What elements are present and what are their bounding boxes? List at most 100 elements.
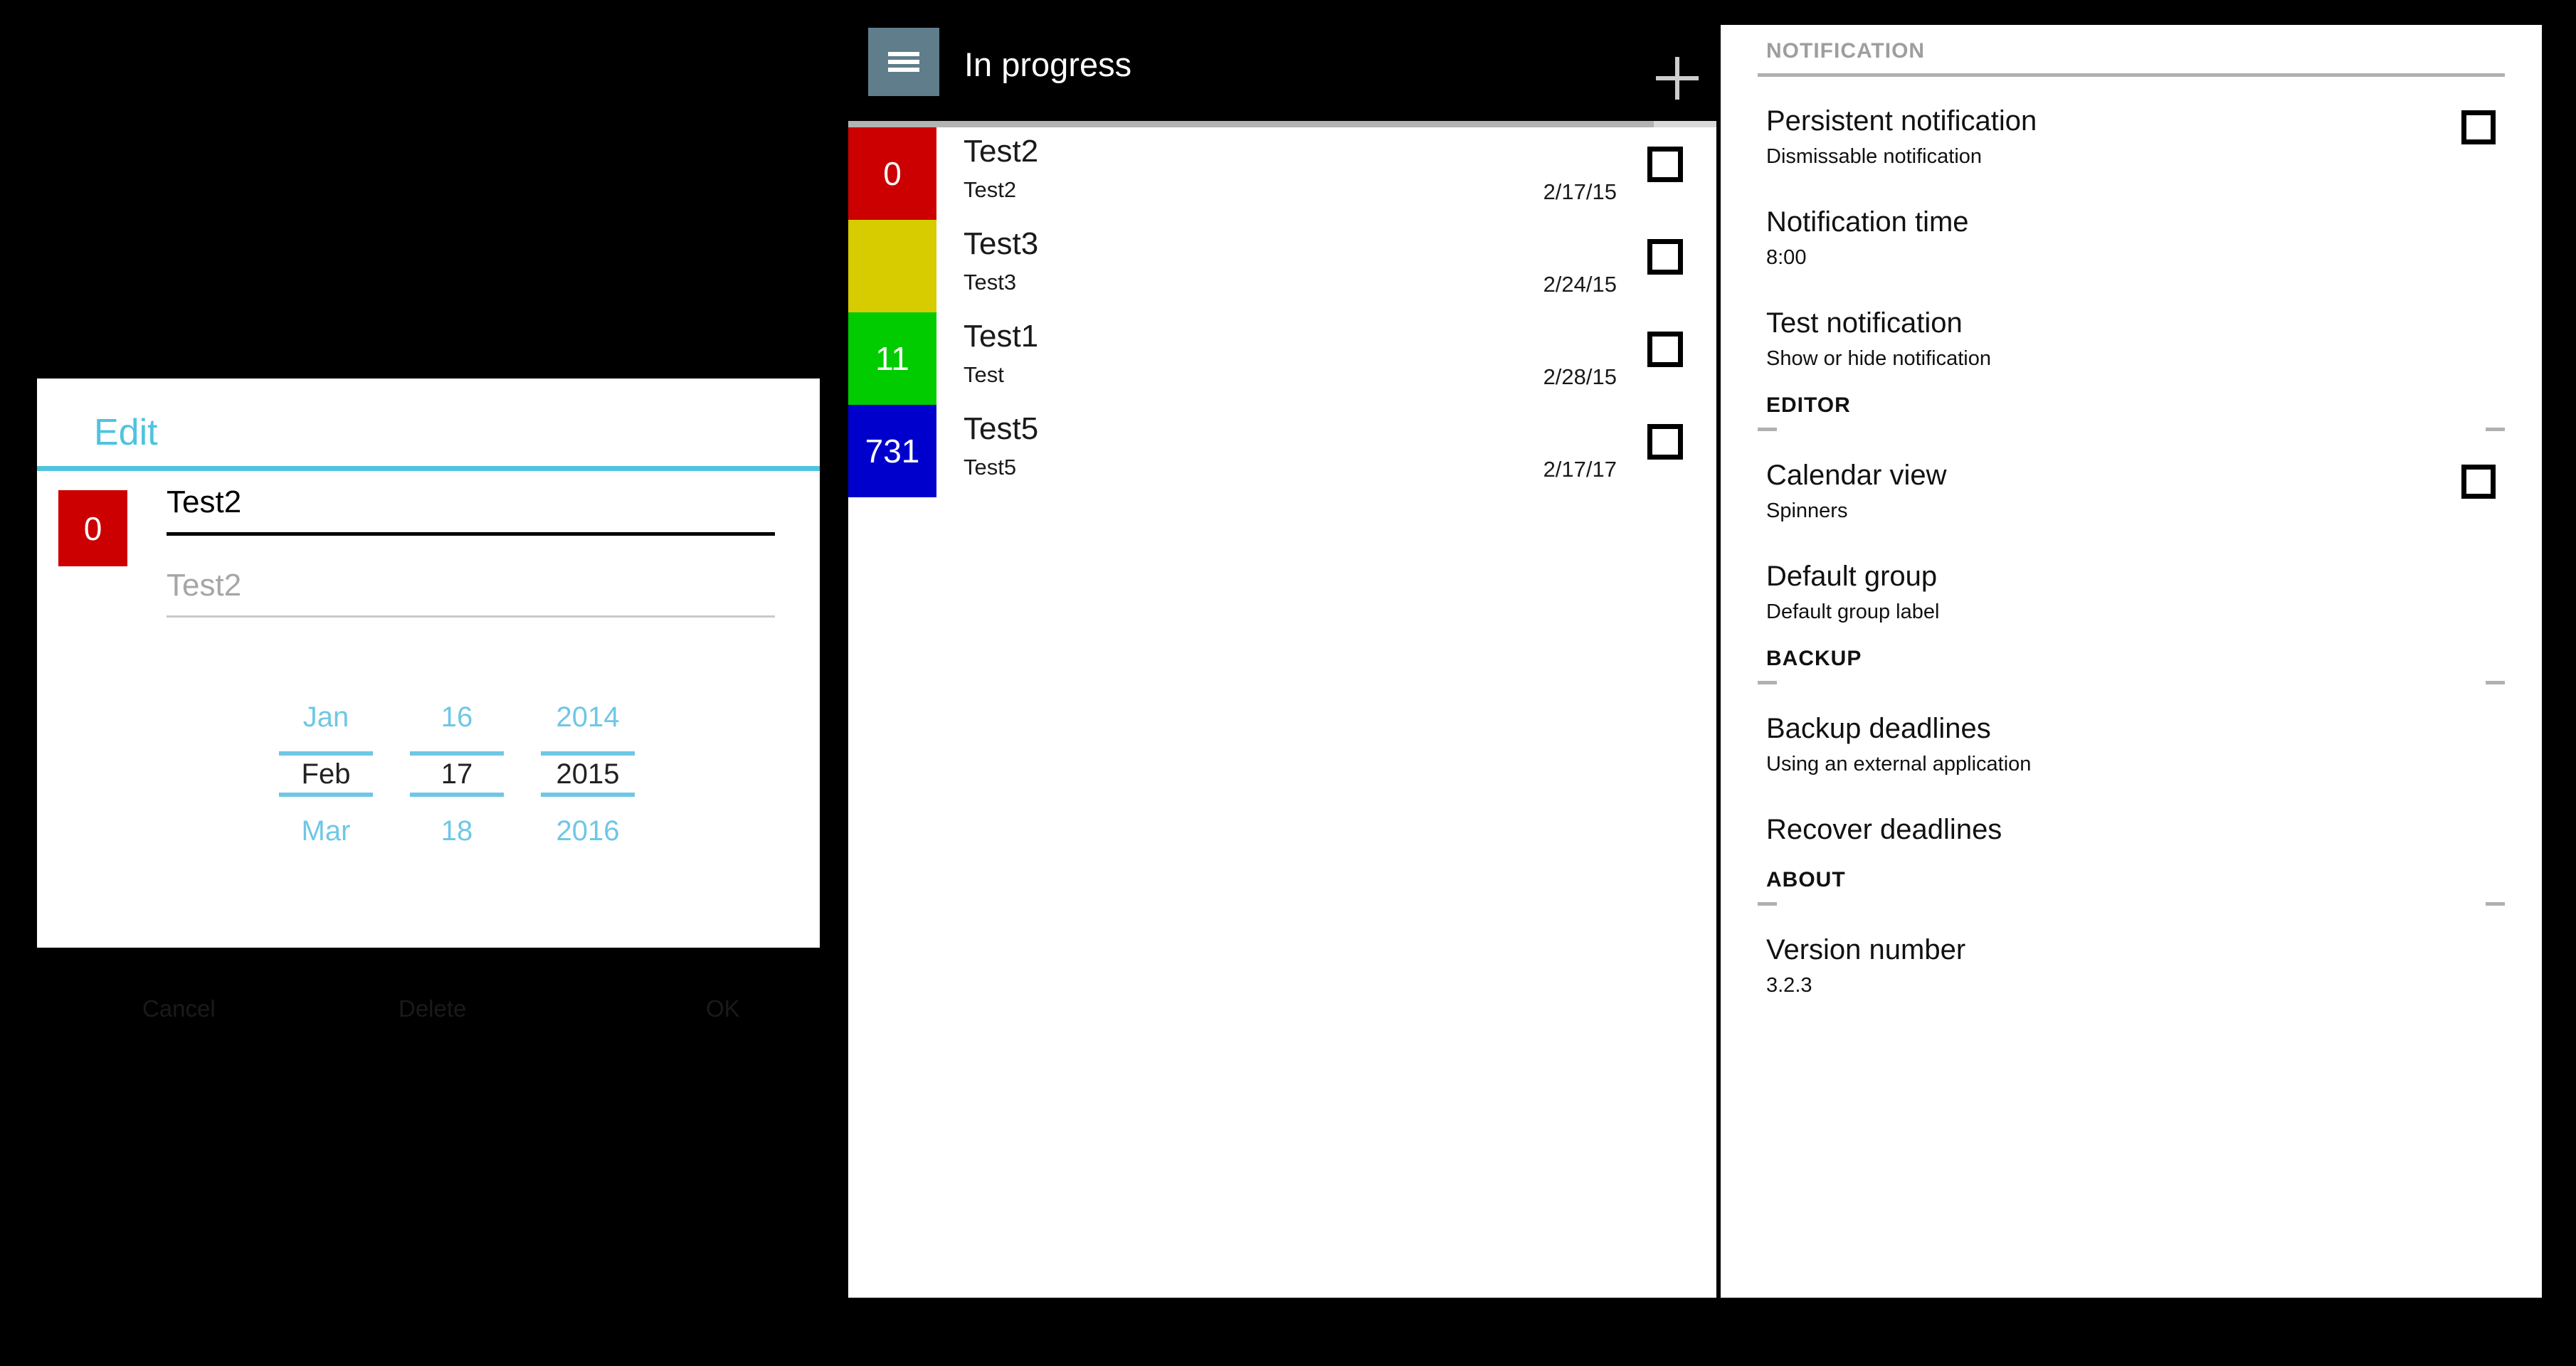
settings-item[interactable]: Version number 3.2.3 xyxy=(1721,936,2542,996)
settings-item-checkbox[interactable] xyxy=(2461,110,2496,144)
ok-button[interactable]: OK xyxy=(706,997,740,1020)
list-scrollbar-track[interactable] xyxy=(848,121,1716,137)
settings-item[interactable]: Default group Default group label xyxy=(1721,562,2542,623)
settings-item[interactable]: Calendar view Spinners xyxy=(1721,461,2542,521)
settings-section-divider xyxy=(1721,428,2542,431)
settings-item-title: Calendar view xyxy=(1766,460,1947,491)
day-spinner-prev[interactable]: 16 xyxy=(410,699,504,736)
settings-item[interactable]: Test notification Show or hide notificati… xyxy=(1721,309,2542,369)
settings-section-label: NOTIFICATION xyxy=(1766,39,1926,63)
settings-section-label: EDITOR xyxy=(1766,393,1851,417)
cancel-button[interactable]: Cancel xyxy=(142,997,216,1020)
deadline-list-panel: In progress 0 Test2 Test2 2/17/15 Test3 Test3… xyxy=(848,0,1767,1298)
task-row[interactable]: 11 Test1 Test 2/28/15 xyxy=(848,312,1716,405)
settings-item-subtitle: Spinners xyxy=(1766,499,1848,522)
task-due-date: 2/17/17 xyxy=(1543,457,1617,482)
settings-item-subtitle: 3.2.3 xyxy=(1766,974,1812,997)
task-days-remaining: 731 xyxy=(865,433,920,470)
task-subtitle: Test3 xyxy=(964,270,1017,295)
settings-section-header: BACKUP xyxy=(1721,648,2542,669)
month-spinner-next[interactable]: Mar xyxy=(279,812,373,849)
settings-item-subtitle: Dismissable notification xyxy=(1766,145,1983,168)
task-due-date: 2/17/15 xyxy=(1543,179,1617,204)
settings-item-subtitle: Show or hide notification xyxy=(1766,347,1991,370)
task-color-chip[interactable]: 0 xyxy=(848,127,936,220)
month-spinner-current[interactable]: Feb xyxy=(279,756,373,793)
list-toolbar: In progress xyxy=(848,0,1767,121)
task-row[interactable]: 731 Test5 Test5 2/17/17 xyxy=(848,405,1716,497)
task-done-checkbox[interactable] xyxy=(1647,147,1683,182)
date-picker-spinners: Jan Feb Mar 16 17 18 2014 2015 2016 xyxy=(279,699,635,849)
settings-section-divider xyxy=(1721,902,2542,906)
edit-deadline-dialog: Edit 0 Test2 Test2 Jan Feb Mar 16 17 18 … xyxy=(37,378,820,1020)
settings-item-checkbox[interactable] xyxy=(2461,465,2496,499)
deadline-note-placeholder: Test2 xyxy=(167,568,242,603)
dialog-action-bar: Cancel Delete OK xyxy=(37,988,820,1040)
deadline-note-underline xyxy=(167,615,775,618)
task-done-checkbox[interactable] xyxy=(1647,424,1683,460)
task-due-date: 2/28/15 xyxy=(1543,364,1617,389)
day-spinner-next[interactable]: 18 xyxy=(410,812,504,849)
task-subtitle: Test5 xyxy=(964,455,1017,480)
task-due-date: 2/24/15 xyxy=(1543,272,1617,297)
task-done-checkbox[interactable] xyxy=(1647,239,1683,275)
settings-item[interactable]: Backup deadlines Using an external applic… xyxy=(1721,714,2542,775)
settings-section-divider xyxy=(1721,681,2542,684)
settings-section-header: ABOUT xyxy=(1721,869,2542,891)
task-done-checkbox[interactable] xyxy=(1647,332,1683,367)
settings-item-subtitle: Using an external application xyxy=(1766,753,2032,775)
screen-root: Edit 0 Test2 Test2 Jan Feb Mar 16 17 18 … xyxy=(0,0,2576,1366)
deadline-note-field[interactable]: Test2 xyxy=(167,568,775,618)
task-content[interactable]: Test3 Test3 2/24/15 xyxy=(936,220,1716,312)
settings-item[interactable]: Recover deadlines xyxy=(1721,815,2542,844)
day-spinner-current[interactable]: 17 xyxy=(410,756,504,793)
year-spinner-prev[interactable]: 2014 xyxy=(541,699,635,736)
task-color-chip[interactable]: 11 xyxy=(848,312,936,405)
settings-item[interactable]: Notification time 8:00 xyxy=(1721,208,2542,268)
task-days-remaining: 0 xyxy=(883,155,902,192)
deadline-title-field[interactable]: Test2 xyxy=(167,485,775,536)
year-spinner-next[interactable]: 2016 xyxy=(541,812,635,849)
task-subtitle: Test2 xyxy=(964,177,1017,202)
task-content[interactable]: Test5 Test5 2/17/17 xyxy=(936,405,1716,497)
day-spinner[interactable]: 16 17 18 xyxy=(410,699,504,849)
deadline-list: 0 Test2 Test2 2/17/15 Test3 Test3 2/24/15 11 Tes… xyxy=(848,127,1716,1298)
settings-item-title: Recover deadlines xyxy=(1766,814,2002,845)
task-title: Test1 xyxy=(964,319,1039,354)
settings-item-title: Default group xyxy=(1766,561,1938,592)
dialog-title: Edit xyxy=(94,412,158,453)
year-spinner[interactable]: 2014 2015 2016 xyxy=(541,699,635,849)
month-spinner[interactable]: Jan Feb Mar xyxy=(279,699,373,849)
month-spinner-prev[interactable]: Jan xyxy=(279,699,373,736)
deadline-title-underline xyxy=(167,532,775,536)
settings-section-header: EDITOR xyxy=(1721,395,2542,416)
task-title: Test2 xyxy=(964,134,1039,169)
settings-item-title: Notification time xyxy=(1766,206,1969,238)
dialog-body: 0 Test2 Test2 Jan Feb Mar 16 17 18 2014 … xyxy=(37,471,820,1020)
dialog-header: Edit xyxy=(37,378,820,471)
task-title: Test5 xyxy=(964,411,1039,446)
hamburger-menu-icon[interactable] xyxy=(868,28,939,96)
deadline-title-value: Test2 xyxy=(167,485,242,519)
plus-icon[interactable] xyxy=(1656,57,1699,100)
settings-item[interactable]: Persistent notification Dismissable notif… xyxy=(1721,107,2542,167)
task-content[interactable]: Test1 Test 2/28/15 xyxy=(936,312,1716,405)
settings-panel: NOTIFICATION Persistent notification Dismi… xyxy=(1721,25,2542,1298)
delete-button[interactable]: Delete xyxy=(398,997,466,1020)
dialog-color-chip-number: 0 xyxy=(83,509,102,547)
settings-item-subtitle: 8:00 xyxy=(1766,246,1807,269)
task-row[interactable]: Test3 Test3 2/24/15 xyxy=(848,220,1716,312)
task-row[interactable]: 0 Test2 Test2 2/17/15 xyxy=(848,127,1716,220)
task-color-chip[interactable] xyxy=(848,220,936,312)
settings-section-label: BACKUP xyxy=(1766,647,1862,670)
settings-item-subtitle: Default group label xyxy=(1766,600,1940,623)
settings-item-title: Backup deadlines xyxy=(1766,713,1991,744)
settings-item-title: Persistent notification xyxy=(1766,105,2037,137)
settings-section-header: NOTIFICATION xyxy=(1721,41,2542,62)
year-spinner-current[interactable]: 2015 xyxy=(541,756,635,793)
dialog-color-chip[interactable]: 0 xyxy=(58,490,127,566)
task-content[interactable]: Test2 Test2 2/17/15 xyxy=(936,127,1716,220)
task-color-chip[interactable]: 731 xyxy=(848,405,936,497)
settings-section-label: ABOUT xyxy=(1766,868,1846,891)
task-days-remaining: 11 xyxy=(875,340,909,377)
